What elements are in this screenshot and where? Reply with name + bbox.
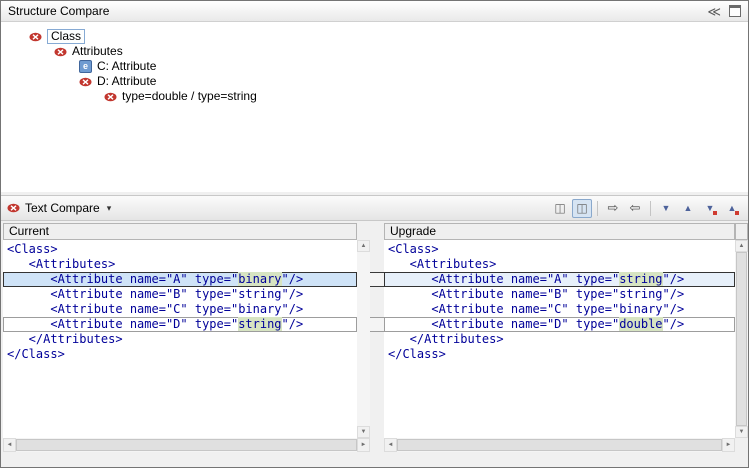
next-difference-icon[interactable]: ▼	[656, 199, 676, 218]
code-line: <Attribute name="B" type="string"/>	[384, 287, 735, 302]
toolbar-separator	[597, 201, 598, 216]
changed-token: string	[619, 272, 662, 286]
change-icon	[7, 203, 20, 213]
compare-editor-window: Structure Compare ≪ Class Attributes e C…	[0, 0, 749, 468]
toolbar-separator	[650, 201, 651, 216]
scrollbar-thumb[interactable]	[736, 252, 747, 426]
scroll-up-icon[interactable]: ▲	[735, 240, 748, 252]
changed-token: double	[619, 317, 662, 331]
change-icon	[54, 47, 67, 57]
text-compare-title: Text Compare	[25, 201, 100, 215]
tree-item-attributes[interactable]: Attributes	[1, 44, 748, 59]
right-compare-pane[interactable]: <Class> <Attributes> <Attribute name="A"…	[384, 240, 735, 438]
diff-line[interactable]: <Attribute name="D" type="string"/>	[3, 317, 357, 332]
scroll-right-icon[interactable]: ►	[722, 438, 735, 452]
diff-connector-selected[interactable]	[370, 272, 384, 287]
selected-diff-line[interactable]: <Attribute name="A" type="binary"/>	[3, 272, 357, 287]
collapse-icon[interactable]: ≪	[707, 5, 721, 18]
right-horizontal-scrollbar[interactable]: ◄ ►	[384, 438, 735, 452]
tree-item-label: C: Attribute	[97, 60, 156, 73]
change-icon	[104, 92, 117, 102]
scrollbar-thumb[interactable]	[397, 439, 722, 451]
right-vertical-scrollbar[interactable]: ▲ ▼	[735, 240, 748, 438]
left-vertical-scrollbar[interactable]: ▲ ▼	[357, 240, 370, 438]
tree-item-class[interactable]: Class	[1, 29, 748, 44]
two-pane-view-icon[interactable]: ◫	[550, 199, 570, 218]
code-line: <Class>	[384, 242, 735, 257]
changed-token: string	[238, 317, 281, 331]
change-icon	[79, 77, 92, 87]
next-change-icon[interactable]: ▼	[700, 199, 720, 218]
structure-compare-tree: Class Attributes e C: Attribute D: Attri…	[1, 22, 748, 192]
text-compare-header: Text Compare ▾ ◫ ◫ ⇨ ⇦ ▼ ▲ ▼ ▲	[1, 195, 748, 221]
code-line: <Attribute name="C" type="binary"/>	[3, 302, 357, 317]
code-line: <Attribute name="C" type="binary"/>	[384, 302, 735, 317]
maximize-icon[interactable]	[729, 5, 741, 17]
code-line: <Attributes>	[384, 257, 735, 272]
code-line: </Class>	[3, 347, 357, 362]
structure-header-toolbar: ≪	[707, 5, 741, 18]
tree-item-label: Class	[47, 29, 85, 44]
scroll-down-icon[interactable]: ▼	[735, 426, 748, 438]
tree-item-type-change[interactable]: type=double / type=string	[1, 89, 748, 104]
left-compare-pane[interactable]: <Class> <Attributes> <Attribute name="A"…	[3, 240, 357, 438]
code-line: <Attribute name="B" type="string"/>	[3, 287, 357, 302]
ancestor-pane-toggle-icon[interactable]: ◫	[572, 199, 592, 218]
text-compare-toolbar: ◫ ◫ ⇨ ⇦ ▼ ▲ ▼ ▲	[550, 199, 742, 218]
change-icon	[29, 32, 42, 42]
changed-token: binary	[238, 272, 281, 286]
scroll-right-icon[interactable]: ►	[357, 438, 370, 452]
code-line: </Attributes>	[3, 332, 357, 347]
previous-change-icon[interactable]: ▲	[722, 199, 742, 218]
copy-change-left-icon[interactable]: ⇦	[625, 199, 645, 218]
code-line: <Attributes>	[3, 257, 357, 272]
code-line: <Class>	[3, 242, 357, 257]
tree-item-label: D: Attribute	[97, 75, 156, 88]
diff-line[interactable]: <Attribute name="D" type="double"/>	[384, 317, 735, 332]
right-pane-header: Upgrade	[384, 223, 735, 240]
scroll-left-icon[interactable]: ◄	[3, 438, 16, 452]
previous-difference-icon[interactable]: ▲	[678, 199, 698, 218]
scroll-up-icon[interactable]: ▲	[357, 240, 370, 252]
left-pane-header: Current	[3, 223, 357, 240]
tree-item-d-attribute[interactable]: D: Attribute	[1, 74, 748, 89]
diff-connector[interactable]	[370, 317, 384, 332]
window-bottom-frame	[1, 452, 748, 467]
scrollbar-corner	[735, 438, 748, 452]
header-corner	[735, 223, 748, 240]
tree-item-label: type=double / type=string	[122, 90, 257, 103]
code-line: </Attributes>	[384, 332, 735, 347]
chevron-down-icon[interactable]: ▾	[107, 203, 112, 214]
scrollbar-thumb[interactable]	[16, 439, 357, 451]
selected-diff-line[interactable]: <Attribute name="A" type="string"/>	[384, 272, 735, 287]
left-horizontal-scrollbar[interactable]: ◄ ►	[3, 438, 370, 452]
element-icon: e	[79, 60, 92, 73]
copy-change-right-icon[interactable]: ⇨	[603, 199, 623, 218]
scroll-down-icon[interactable]: ▼	[357, 426, 370, 438]
tree-item-label: Attributes	[72, 45, 123, 58]
structure-compare-header: Structure Compare ≪	[1, 1, 748, 22]
structure-compare-title: Structure Compare	[8, 4, 109, 18]
diff-connector-gutter	[370, 240, 384, 438]
tree-item-c-attribute[interactable]: e C: Attribute	[1, 59, 748, 74]
scroll-left-icon[interactable]: ◄	[384, 438, 397, 452]
code-line: </Class>	[384, 347, 735, 362]
